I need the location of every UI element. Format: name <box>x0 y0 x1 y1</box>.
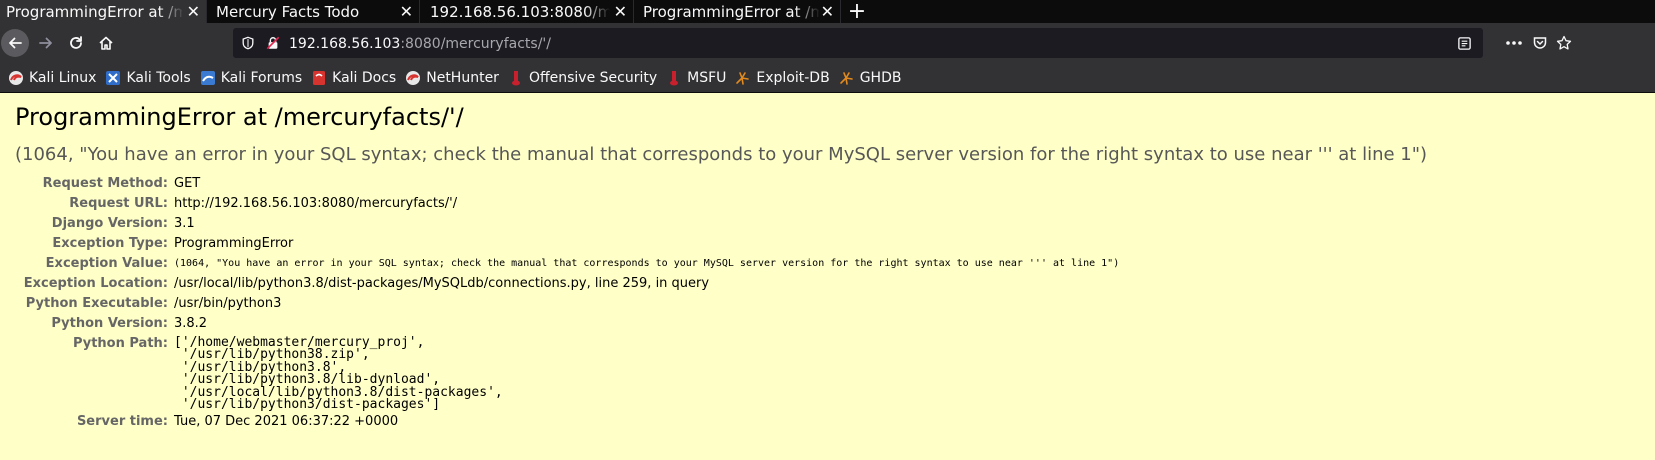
bookmark-label: Kali Forums <box>220 69 303 86</box>
offsec-icon <box>511 70 520 85</box>
url-text[interactable]: 192.168.56.103:8080/mercuryfacts/'/ <box>289 36 551 52</box>
row-key: Exception Type: <box>52 236 168 251</box>
exception-message: (1064, "You have an error in your SQL sy… <box>15 144 1428 165</box>
row-key: Exception Value: <box>45 256 168 271</box>
row-value: ['/home/webmaster/mercury_proj', '/usr/l… <box>174 335 503 413</box>
more-dots-icon <box>1506 41 1522 45</box>
bookmark-ghdb[interactable]: GHDB <box>839 69 902 86</box>
exploit-db-icon <box>736 71 750 85</box>
ghdb-icon <box>839 71 853 85</box>
url-path: :8080/mercuryfacts/'/ <box>400 36 551 52</box>
tab-label: 192.168.56.103:8080/mercu <box>430 2 610 21</box>
row-key: Request URL: <box>69 196 168 211</box>
close-tab-icon[interactable]: ✕ <box>187 2 200 21</box>
reader-view-icon[interactable] <box>1457 36 1472 51</box>
row-value: (1064, "You have an error in your SQL sy… <box>174 258 1120 269</box>
tab-programming-error-1[interactable]: ProgrammingError at /mercu ✕ <box>0 0 207 23</box>
tab-mercury-facts-todo[interactable]: Mercury Facts Todo ✕ <box>207 0 420 23</box>
pocket-button[interactable] <box>1527 30 1553 56</box>
row-value: /usr/local/lib/python3.8/dist-packages/M… <box>174 276 710 291</box>
bookmark-label: Offensive Security <box>528 69 658 86</box>
nethunter-icon <box>406 70 421 85</box>
close-tab-icon[interactable]: ✕ <box>614 2 627 21</box>
row-value: 3.8.2 <box>174 316 208 331</box>
home-button[interactable] <box>93 30 119 56</box>
bookmark-label: NetHunter <box>426 69 499 86</box>
row-value: ProgrammingError <box>174 236 294 251</box>
bookmark-star-button[interactable] <box>1551 30 1577 56</box>
row-value: 3.1 <box>174 216 195 231</box>
row-value: /usr/bin/python3 <box>174 296 282 311</box>
bookmark-kali-linux[interactable]: Kali Linux <box>8 70 96 86</box>
tab-label: ProgrammingError at /mercu <box>6 2 182 21</box>
forward-button[interactable] <box>33 30 59 56</box>
reload-icon <box>70 36 82 49</box>
tab-label: ProgrammingError at /mercu <box>643 2 819 21</box>
close-tab-icon[interactable]: ✕ <box>821 2 834 21</box>
bookmarks-toolbar: Kali Linux Kali Tools Kali Forums Kali D… <box>0 63 1655 93</box>
bookmark-label: GHDB <box>859 69 902 86</box>
kali-tools-icon <box>106 70 121 85</box>
close-tab-icon[interactable]: ✕ <box>400 2 413 21</box>
star-icon <box>1556 35 1572 50</box>
django-error-page: ProgrammingError at /mercuryfacts/'/ (10… <box>0 94 1655 460</box>
row-key: Python Version: <box>51 316 168 331</box>
bookmark-offensive-security[interactable]: Offensive Security <box>508 70 657 86</box>
bookmark-exploit-db[interactable]: Exploit-DB <box>735 69 830 86</box>
tab-strip: ProgrammingError at /mercu ✕ Mercury Fac… <box>0 0 1655 24</box>
bookmark-label: Kali Linux <box>29 69 97 86</box>
bookmark-kali-forums[interactable]: Kali Forums <box>200 70 302 86</box>
row-key: Server time: <box>76 414 168 429</box>
arrow-right-icon <box>39 37 52 49</box>
kali-docs-icon <box>313 70 326 85</box>
url-host: 192.168.56.103 <box>289 36 401 52</box>
error-title: ProgrammingError at /mercuryfacts/'/ <box>15 103 464 131</box>
tab-label: Mercury Facts Todo <box>216 2 360 21</box>
row-key: Python Executable: <box>25 296 168 311</box>
insecure-lock-icon[interactable] <box>266 36 280 50</box>
arrow-left-icon <box>9 37 22 49</box>
reload-button[interactable] <box>63 30 89 56</box>
bookmark-label: Kali Tools <box>126 69 191 86</box>
tab-url-mercuryfacts[interactable]: 192.168.56.103:8080/mercu ✕ <box>420 0 634 23</box>
tab-programming-error-2[interactable]: ProgrammingError at /mercu ✕ <box>634 0 841 23</box>
row-key: Request Method: <box>42 176 168 191</box>
bookmark-label: Kali Docs <box>332 69 397 86</box>
shield-icon[interactable] <box>241 36 255 50</box>
new-tab-button[interactable]: + <box>841 0 873 24</box>
row-value: GET <box>174 176 201 191</box>
kali-forums-icon <box>200 70 215 85</box>
bookmark-kali-tools[interactable]: Kali Tools <box>105 69 191 86</box>
page-actions-button[interactable] <box>1501 30 1527 56</box>
bookmark-nethunter[interactable]: NetHunter <box>405 70 499 86</box>
navigation-toolbar: 192.168.56.103:8080/mercuryfacts/'/ <box>0 23 1655 63</box>
home-icon <box>99 36 113 50</box>
bookmark-label: MSFU <box>687 69 727 86</box>
bookmark-kali-docs[interactable]: Kali Docs <box>311 70 396 86</box>
row-key: Python Path: <box>72 336 168 351</box>
address-bar[interactable]: 192.168.56.103:8080/mercuryfacts/'/ <box>233 28 1483 58</box>
msfu-icon <box>670 70 679 85</box>
row-key: Django Version: <box>51 216 168 231</box>
row-value: http://192.168.56.103:8080/mercuryfacts/… <box>174 196 458 211</box>
back-button[interactable] <box>1 29 29 57</box>
row-key: Exception Location: <box>23 276 168 291</box>
bookmark-label: Exploit-DB <box>756 69 830 86</box>
pocket-icon <box>1533 37 1547 49</box>
row-value: Tue, 07 Dec 2021 06:37:22 +0000 <box>174 414 399 429</box>
bookmark-msfu[interactable]: MSFU <box>666 70 726 86</box>
kali-dragon-icon <box>9 70 23 85</box>
